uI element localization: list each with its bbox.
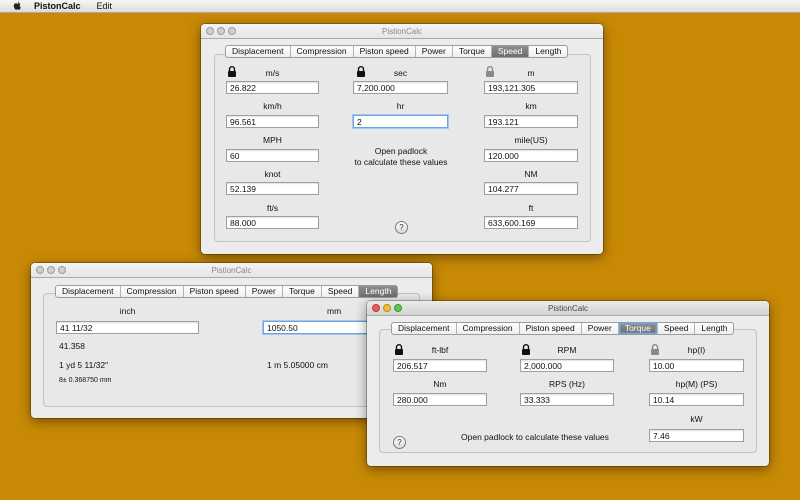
torque-window: PistionCalc Displacement Compression Pis… bbox=[367, 301, 769, 466]
minimize-button[interactable] bbox=[217, 27, 225, 35]
meter-text: 1 m 5.05000 cm bbox=[267, 360, 328, 370]
menu-app-name[interactable]: PistonCalc bbox=[34, 1, 81, 11]
menu-edit[interactable]: Edit bbox=[97, 1, 113, 11]
padlock-note: Open padlock to calculate these values bbox=[341, 146, 461, 168]
label-knot: knot bbox=[264, 169, 281, 179]
label-mph: MPH bbox=[263, 135, 282, 145]
fts-field[interactable] bbox=[226, 216, 319, 229]
tab-displacement[interactable]: Displacement bbox=[56, 286, 121, 297]
tab-compression[interactable]: Compression bbox=[457, 323, 520, 334]
tab-bar: Displacement Compression Piston speed Po… bbox=[391, 322, 735, 335]
label-rpm: RPM bbox=[557, 345, 577, 355]
tab-speed[interactable]: Speed bbox=[658, 323, 696, 334]
minimize-button[interactable] bbox=[47, 266, 55, 274]
label-mile-us: mile(US) bbox=[514, 135, 548, 145]
label-ft-lbf: ft-lbf bbox=[431, 345, 449, 355]
tab-power[interactable]: Power bbox=[582, 323, 619, 334]
speed-window: PistionCalc Displacement Compression Pis… bbox=[201, 24, 603, 254]
help-button[interactable]: ? bbox=[393, 436, 406, 449]
inch-decimal: 41.358 bbox=[59, 341, 85, 351]
label-mm: mm bbox=[327, 306, 342, 316]
ft-lbf-field[interactable] bbox=[393, 359, 487, 372]
label-rps: RPS (Hz) bbox=[549, 379, 585, 389]
label-kw: kW bbox=[690, 414, 703, 424]
help-button[interactable]: ? bbox=[395, 221, 408, 234]
rps-field[interactable] bbox=[520, 393, 614, 406]
tab-torque[interactable]: Torque bbox=[453, 46, 492, 57]
minimize-button[interactable] bbox=[383, 304, 391, 312]
hp-i-field[interactable] bbox=[649, 359, 744, 372]
hr-field[interactable] bbox=[353, 115, 448, 128]
label-fts: ft/s bbox=[266, 203, 279, 213]
mph-field[interactable] bbox=[226, 149, 319, 162]
nm-field[interactable] bbox=[393, 393, 487, 406]
label-inch: inch bbox=[119, 306, 136, 316]
tab-length[interactable]: Length bbox=[695, 323, 733, 334]
label-kmh: km/h bbox=[263, 101, 282, 111]
label-m: m bbox=[527, 68, 535, 78]
tab-torque[interactable]: Torque bbox=[283, 286, 322, 297]
speed-window-titlebar: PistionCalc bbox=[201, 24, 603, 39]
knot-field[interactable] bbox=[226, 182, 319, 195]
label-hp-m: hp(M) (PS) bbox=[675, 379, 718, 389]
apple-icon[interactable] bbox=[10, 1, 24, 11]
km-field[interactable] bbox=[484, 115, 578, 128]
mm-field[interactable] bbox=[263, 321, 373, 334]
tab-displacement[interactable]: Displacement bbox=[392, 323, 457, 334]
tab-piston-speed[interactable]: Piston speed bbox=[184, 286, 246, 297]
tab-length[interactable]: Length bbox=[529, 46, 567, 57]
yard-text: 1 yd 5 11/32" bbox=[59, 360, 109, 370]
label-nm: NM bbox=[524, 169, 538, 179]
zoom-button[interactable] bbox=[228, 27, 236, 35]
close-button[interactable] bbox=[206, 27, 214, 35]
menu-bar: PistonCalc Edit bbox=[0, 0, 800, 13]
zoom-button[interactable] bbox=[394, 304, 402, 312]
close-button[interactable] bbox=[372, 304, 380, 312]
inch-field[interactable] bbox=[56, 321, 199, 334]
close-button[interactable] bbox=[36, 266, 44, 274]
tab-bar: Displacement Compression Piston speed Po… bbox=[55, 285, 399, 298]
mile-us-field[interactable] bbox=[484, 149, 578, 162]
padlock-note-line2: to calculate these values bbox=[354, 157, 448, 167]
tab-power[interactable]: Power bbox=[416, 46, 453, 57]
tab-power[interactable]: Power bbox=[246, 286, 283, 297]
rpm-field[interactable] bbox=[520, 359, 614, 372]
label-hp-i: hp(I) bbox=[687, 345, 706, 355]
zoom-button[interactable] bbox=[58, 266, 66, 274]
mps-field[interactable] bbox=[226, 81, 319, 94]
small-mm-text: 8± 0.368750 mm bbox=[59, 377, 112, 384]
kmh-field[interactable] bbox=[226, 115, 319, 128]
tab-torque[interactable]: Torque bbox=[618, 323, 658, 334]
label-km: km bbox=[525, 101, 537, 111]
tab-displacement[interactable]: Displacement bbox=[226, 46, 291, 57]
tab-piston-speed[interactable]: Piston speed bbox=[520, 323, 582, 334]
tab-speed[interactable]: Speed bbox=[322, 286, 360, 297]
tab-length[interactable]: Length bbox=[359, 286, 398, 297]
tab-compression[interactable]: Compression bbox=[291, 46, 354, 57]
tab-piston-speed[interactable]: Piston speed bbox=[354, 46, 416, 57]
tab-compression[interactable]: Compression bbox=[121, 286, 184, 297]
torque-window-titlebar: PistionCalc bbox=[367, 301, 769, 316]
window-title: PistionCalc bbox=[547, 304, 588, 313]
label-hr: hr bbox=[396, 101, 405, 111]
window-title: PistionCalc bbox=[211, 266, 252, 275]
kw-field[interactable] bbox=[649, 429, 744, 442]
padlock-note-line1: Open padlock bbox=[374, 146, 428, 156]
label-nm: Nm bbox=[433, 379, 447, 389]
ft-field[interactable] bbox=[484, 216, 578, 229]
label-ft: ft bbox=[528, 203, 534, 213]
window-title: PistionCalc bbox=[381, 27, 422, 36]
padlock-note: Open padlock to calculate these values bbox=[461, 432, 609, 442]
length-window-titlebar: PistionCalc bbox=[31, 263, 432, 278]
sec-field[interactable] bbox=[353, 81, 448, 94]
nm-field[interactable] bbox=[484, 182, 578, 195]
tab-speed[interactable]: Speed bbox=[491, 46, 530, 57]
tab-bar: Displacement Compression Piston speed Po… bbox=[225, 45, 569, 58]
m-field[interactable] bbox=[484, 81, 578, 94]
label-mps: m/s bbox=[265, 68, 280, 78]
label-sec: sec bbox=[393, 68, 408, 78]
hp-m-field[interactable] bbox=[649, 393, 744, 406]
